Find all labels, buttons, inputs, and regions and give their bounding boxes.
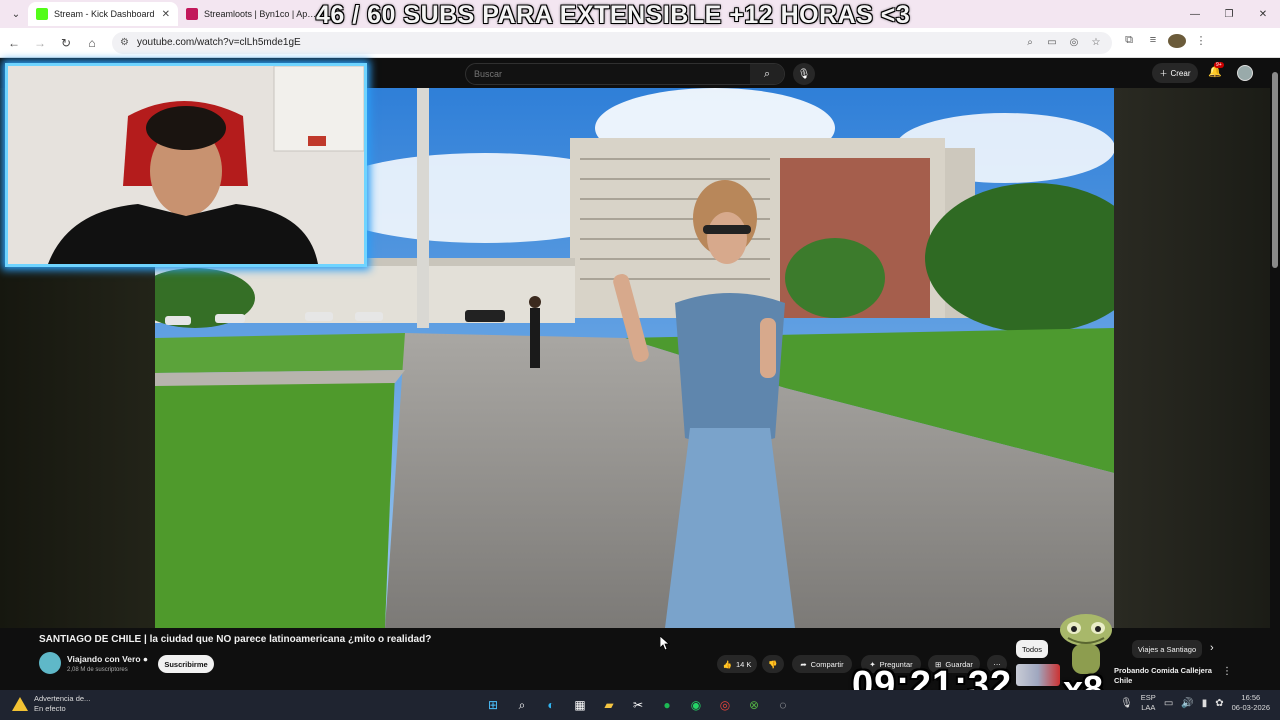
mic-tray-icon[interactable]: 🎙 — [1120, 698, 1133, 709]
media-icon[interactable]: ≡ — [1144, 34, 1162, 51]
minimize-icon[interactable]: — — [1178, 0, 1212, 28]
zoom-icon[interactable]: ⌕ — [1022, 37, 1038, 48]
url-field[interactable]: ⚙ youtube.com/watch?v=clLh5mde1gE ⌕ ▭ ◎ … — [112, 31, 1112, 54]
recommended-title[interactable]: Probando Comida Callejera Chile — [1114, 666, 1214, 686]
copilot-icon[interactable]: ✿ — [1215, 698, 1223, 709]
warning-icon — [12, 697, 28, 711]
clock-date: 06-03-2026 — [1231, 703, 1270, 712]
language-layout: LAA — [1141, 703, 1156, 712]
language-indicator[interactable]: ESP LAA — [1141, 693, 1156, 713]
tab-label: Streamloots | Byn1co | Apóyame — [204, 9, 320, 19]
store-icon[interactable]: ▦ — [569, 694, 591, 716]
create-label: Crear — [1170, 68, 1191, 78]
page-scrollbar[interactable] — [1272, 72, 1278, 268]
search-icon: ⌕ — [764, 67, 771, 80]
voice-search-button[interactable]: 🎙 — [793, 63, 815, 85]
forward-icon[interactable]: → — [28, 31, 52, 55]
tab-label: Stream - Kick Dashboard — [54, 9, 155, 19]
dislike-button[interactable]: 👎 — [762, 655, 784, 673]
address-bar: ← → ↻ ⌂ ⚙ youtube.com/watch?v=clLh5mde1g… — [0, 28, 1280, 58]
video-title: SANTIAGO DE CHILE | la ciudad que NO par… — [39, 634, 432, 645]
bookmark-star-icon[interactable]: ☆ — [1088, 37, 1104, 48]
extensions-icon[interactable]: ⧉ — [1120, 34, 1138, 51]
notifications-button[interactable]: 🔔 9+ — [1208, 62, 1224, 78]
search-button[interactable]: ⌕ — [750, 64, 784, 84]
account-avatar[interactable] — [1237, 65, 1253, 81]
clock[interactable]: 16:56 06-03-2026 — [1232, 693, 1270, 713]
webcam-feed — [8, 66, 364, 264]
tab-streamloots[interactable]: Streamloots | Byn1co | Apóyame — [178, 2, 328, 26]
streamer-webcam — [5, 63, 367, 267]
restore-icon[interactable]: ❐ — [1212, 0, 1246, 28]
tab-search-icon[interactable]: ⌄ — [4, 2, 28, 26]
file-explorer-icon[interactable]: ▰ — [598, 694, 620, 716]
channel-name-text: Viajando con Vero — [67, 654, 141, 664]
close-window-icon[interactable]: ✕ — [1246, 0, 1280, 28]
notifications-badge: 9+ — [1214, 62, 1224, 68]
chrome-icon[interactable]: ◎ — [714, 694, 736, 716]
tab-close-icon[interactable]: ✕ — [162, 9, 170, 20]
url-text: youtube.com/watch?v=clLh5mde1gE — [136, 37, 301, 48]
verified-icon: ● — [142, 654, 149, 664]
mic-icon: 🎙 — [797, 68, 811, 80]
screen: ⌄ Stream - Kick Dashboard ✕ Streamloots … — [0, 0, 1280, 720]
whatsapp-icon[interactable]: ◉ — [685, 694, 707, 716]
share-icon: ➦ — [800, 659, 807, 669]
plus-icon: ＋ — [1159, 68, 1168, 78]
battery-icon[interactable]: ▮ — [1202, 698, 1208, 709]
network-icon[interactable]: ▭ — [1164, 698, 1173, 709]
site-info-icon[interactable]: ⚙ — [120, 37, 129, 48]
chip-viajes-santiago[interactable]: Viajes a Santiago — [1132, 640, 1202, 658]
system-tray: 🎙 ESP LAA ▭ 🔊 ▮ ✿ 16:56 06-03-2026 — [1120, 693, 1270, 713]
warning-subtitle: En efecto — [34, 704, 66, 713]
snipping-tool-icon[interactable]: ✂ — [627, 694, 649, 716]
reload-icon[interactable]: ↻ — [54, 31, 78, 55]
menu-dots-icon[interactable]: ⋮ — [1192, 34, 1210, 51]
home-icon[interactable]: ⌂ — [80, 31, 104, 55]
volume-icon[interactable]: 🔊 — [1181, 698, 1193, 709]
search-input[interactable] — [466, 69, 751, 79]
share-button[interactable]: ➦ Compartir — [792, 655, 852, 673]
eye-off-icon[interactable]: ◎ — [1066, 37, 1082, 48]
thumbs-down-icon: 👎 — [768, 659, 778, 669]
create-button[interactable]: ＋ Crear — [1152, 63, 1198, 83]
warning-notification[interactable]: Advertencia de... En efecto — [12, 694, 90, 714]
mouse-cursor-icon — [660, 636, 670, 650]
chevron-right-icon[interactable]: › — [1210, 642, 1214, 654]
subs-goal-overlay: 46 / 60 SUBS PARA EXTENSIBLE +12 HORAS <… — [316, 1, 911, 29]
search-icon[interactable]: ⌕ — [511, 694, 533, 716]
streamloots-favicon-icon — [186, 8, 198, 20]
clock-time: 16:56 — [1241, 693, 1261, 702]
profile-icon[interactable] — [1168, 34, 1186, 51]
kick-favicon-icon — [36, 8, 48, 20]
edge-icon[interactable]: ◐ — [540, 694, 562, 716]
search-box: ⌕ — [465, 63, 785, 85]
tab-kick-dashboard[interactable]: Stream - Kick Dashboard ✕ — [28, 2, 178, 26]
warning-title: Advertencia de... — [34, 694, 91, 703]
language-code: ESP — [1140, 693, 1156, 702]
share-label: Compartir — [810, 659, 844, 669]
back-icon[interactable]: ← — [2, 31, 26, 55]
channel-subscribers: 2,08 M de suscriptores — [67, 667, 128, 673]
xbox-icon[interactable]: ⊗ — [743, 694, 765, 716]
recommended-menu-icon[interactable]: ⋮ — [1222, 666, 1232, 677]
chip-todos[interactable]: Todos — [1016, 640, 1048, 658]
windows-start-icon[interactable]: ⊞ — [482, 694, 504, 716]
like-count: 14 K — [735, 659, 752, 669]
subscribe-button[interactable]: Suscribirme — [158, 655, 214, 673]
channel-avatar[interactable] — [39, 652, 61, 674]
window-controls: — ❐ ✕ — [1178, 0, 1280, 28]
cast-icon[interactable]: ▭ — [1044, 37, 1060, 48]
windows-taskbar: Advertencia de... En efecto ⊞ ⌕ ◐ ▦ ▰ ✂ … — [0, 690, 1280, 720]
taskbar-apps: ⊞ ⌕ ◐ ▦ ▰ ✂ ● ◉ ◎ ⊗ ◌ — [482, 694, 794, 716]
like-button[interactable]: 👍 14 K — [717, 655, 757, 673]
ambient-glow-right — [1114, 88, 1270, 628]
spotify-icon[interactable]: ● — [656, 694, 678, 716]
obs-icon[interactable]: ◌ — [772, 694, 794, 716]
channel-name[interactable]: Viajando con Vero ● — [67, 654, 148, 664]
thumbs-up-icon: 👍 — [722, 659, 732, 669]
